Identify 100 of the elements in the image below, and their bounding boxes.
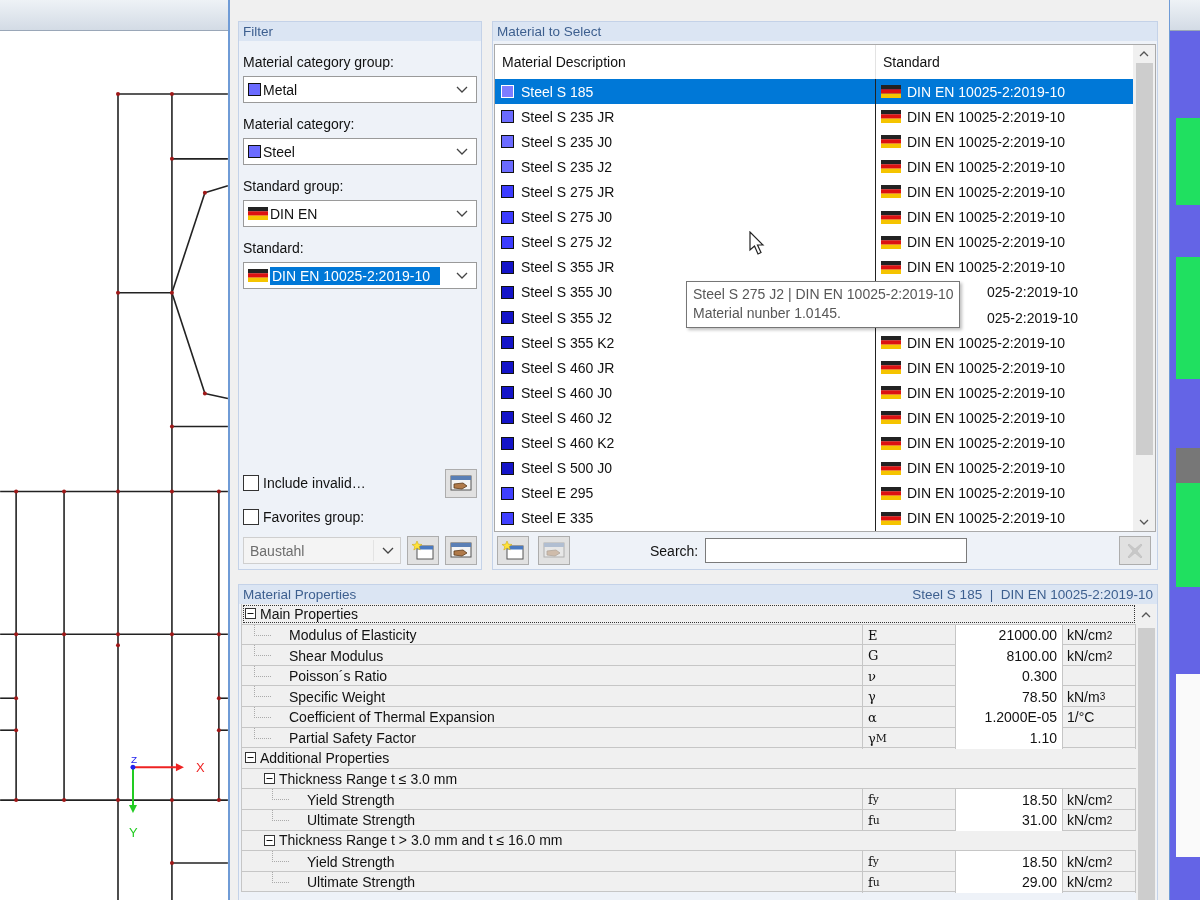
flag-icon: [881, 336, 901, 350]
new-button[interactable]: [407, 536, 439, 565]
property-value[interactable]: 1.10: [955, 727, 1062, 749]
material-row[interactable]: Steel S 460 K2 DIN EN 10025-2:2019-10: [495, 430, 1133, 456]
axis-arrows-drawing: [129, 763, 184, 814]
flag-icon: [881, 361, 901, 375]
property-value[interactable]: 31.00: [955, 809, 1062, 831]
material-row[interactable]: Steel S 235 J2 DIN EN 10025-2:2019-10: [495, 154, 1133, 180]
material-row[interactable]: Steel S 235 JR DIN EN 10025-2:2019-10: [495, 104, 1133, 130]
checkbox[interactable]: [243, 509, 259, 525]
flag-icon: [881, 135, 901, 149]
axis-label: X: [195, 760, 205, 776]
material-row[interactable]: Steel E 335 DIN EN 10025-2:2019-10: [495, 505, 1133, 531]
scrollbar[interactable]: [1136, 604, 1156, 900]
collapse-icon[interactable]: [264, 834, 275, 846]
edit-button[interactable]: [445, 468, 477, 498]
property-value[interactable]: 29.00: [955, 871, 1062, 893]
property-name: Partial Safety Factor: [289, 730, 416, 747]
material-row[interactable]: Steel S 235 J0 DIN EN 10025-2:2019-10: [495, 129, 1133, 155]
selected-material-label: Steel S 185 | DIN EN 10025-2:2019-10: [912, 586, 1153, 604]
property-name: Specific Weight: [289, 688, 386, 705]
material-row[interactable]: Steel S 185 DIN EN 10025-2:2019-10: [495, 79, 1133, 105]
mouse-pointer-icon: [749, 231, 765, 256]
property-name: Modulus of Elasticity: [289, 627, 417, 644]
flag-icon: [881, 486, 901, 500]
flag-icon: [248, 269, 268, 282]
material-row[interactable]: Steel S 275 JR DIN EN 10025-2:2019-10: [495, 179, 1133, 205]
property-name: Shear Modulus: [289, 647, 384, 664]
search-label: Search:: [650, 542, 699, 559]
property-value[interactable]: 1.2000E-05: [955, 706, 1062, 728]
flag-icon: [881, 436, 901, 450]
tree-group-row[interactable]: Thickness Range t ≤ 3.0 mm: [242, 768, 1136, 789]
column-header[interactable]: Material Description: [495, 45, 875, 79]
tree-group-row[interactable]: Additional Properties: [242, 748, 1136, 768]
material-row[interactable]: Steel S 460 J2 DIN EN 10025-2:2019-10: [495, 405, 1133, 431]
flag-icon: [881, 411, 901, 425]
material-row[interactable]: Steel S 275 J0 DIN EN 10025-2:2019-10: [495, 204, 1133, 230]
panel-title: Material Properties: [243, 586, 357, 604]
new-window-icon: [412, 541, 434, 560]
flag-icon: [881, 160, 901, 174]
flag-icon: [881, 210, 901, 224]
property-value[interactable]: 18.50: [955, 789, 1062, 811]
dropdown[interactable]: DIN EN: [243, 200, 477, 227]
collapse-icon[interactable]: [245, 752, 256, 764]
checkbox-label: Include invalid…: [263, 475, 366, 491]
scroll-down-icon[interactable]: [1139, 519, 1149, 525]
new-button[interactable]: [497, 536, 529, 565]
collapse-icon[interactable]: [264, 773, 275, 785]
material-row[interactable]: Steel S 460 JR DIN EN 10025-2:2019-10: [495, 355, 1133, 381]
property-value[interactable]: 0.300: [955, 665, 1062, 687]
flag-icon: [881, 110, 901, 124]
dropdown[interactable]: Metal: [243, 76, 477, 103]
card-icon: [450, 474, 472, 492]
checkbox-label: Favorites group:: [263, 509, 365, 525]
field-label: Standard:: [243, 240, 305, 256]
chevron-down-icon: [456, 86, 468, 93]
tree-group-row[interactable]: Thickness Range t > 3.0 mm and t ≤ 16.0 mm: [242, 830, 1136, 851]
tooltip: Steel S 275 J2 | DIN EN 10025-2:2019-10 Material nunber 1.0145.: [686, 281, 961, 328]
material-row[interactable]: Steel S 460 J0 DIN EN 10025-2:2019-10: [495, 380, 1133, 406]
axis-label: Y: [129, 825, 138, 841]
material-row[interactable]: Steel E 295 DIN EN 10025-2:2019-10: [495, 480, 1133, 506]
material-row[interactable]: Steel S 355 JR DIN EN 10025-2:2019-10: [495, 254, 1133, 280]
dropdown[interactable]: DIN EN 10025-2:2019-10: [243, 262, 477, 289]
flag-icon: [881, 260, 901, 274]
checkbox[interactable]: [243, 475, 259, 491]
search-field[interactable]: [705, 538, 968, 563]
property-value[interactable]: 21000.00: [955, 624, 1062, 646]
property-name: Ultimate Strength: [307, 812, 416, 829]
property-name: Poisson´s Ratio: [289, 668, 388, 685]
axis-label: Z: [131, 754, 138, 766]
pane-header: [1170, 0, 1200, 31]
flag-icon: [881, 386, 901, 400]
collapse-icon[interactable]: [245, 608, 256, 620]
tree-group-row[interactable]: Main Properties: [242, 604, 1136, 624]
property-name: Ultimate Strength: [307, 874, 416, 891]
material-row[interactable]: Steel S 500 J0 DIN EN 10025-2:2019-10: [495, 455, 1133, 481]
chevron-down-icon: [382, 547, 394, 554]
material-row[interactable]: Steel S 355 K2 DIN EN 10025-2:2019-10: [495, 330, 1133, 356]
flag-icon: [248, 207, 268, 220]
property-value[interactable]: 78.50: [955, 686, 1062, 708]
card-icon: [543, 542, 565, 559]
panel-title: Material to Select: [493, 22, 1157, 41]
dropdown[interactable]: Steel: [243, 138, 477, 165]
edit-button[interactable]: [445, 536, 477, 565]
field-label: Material category:: [243, 116, 356, 132]
field-label: Standard group:: [243, 178, 345, 194]
clear-icon: [1126, 541, 1144, 560]
scroll-up-icon[interactable]: [1139, 51, 1149, 57]
property-value[interactable]: 8100.00: [955, 645, 1062, 667]
scroll-up-icon[interactable]: [1141, 612, 1151, 618]
property-name: Yield Strength: [307, 791, 395, 808]
flag-icon: [881, 85, 901, 99]
flag-icon: [881, 511, 901, 525]
chevron-down-icon: [456, 272, 468, 279]
property-value[interactable]: 18.50: [955, 851, 1062, 873]
card-icon: [450, 542, 472, 559]
chevron-down-icon: [456, 148, 468, 155]
scrollbar[interactable]: [1133, 45, 1155, 531]
new-window-icon: [502, 541, 524, 560]
panel-title: Filter: [239, 22, 481, 41]
